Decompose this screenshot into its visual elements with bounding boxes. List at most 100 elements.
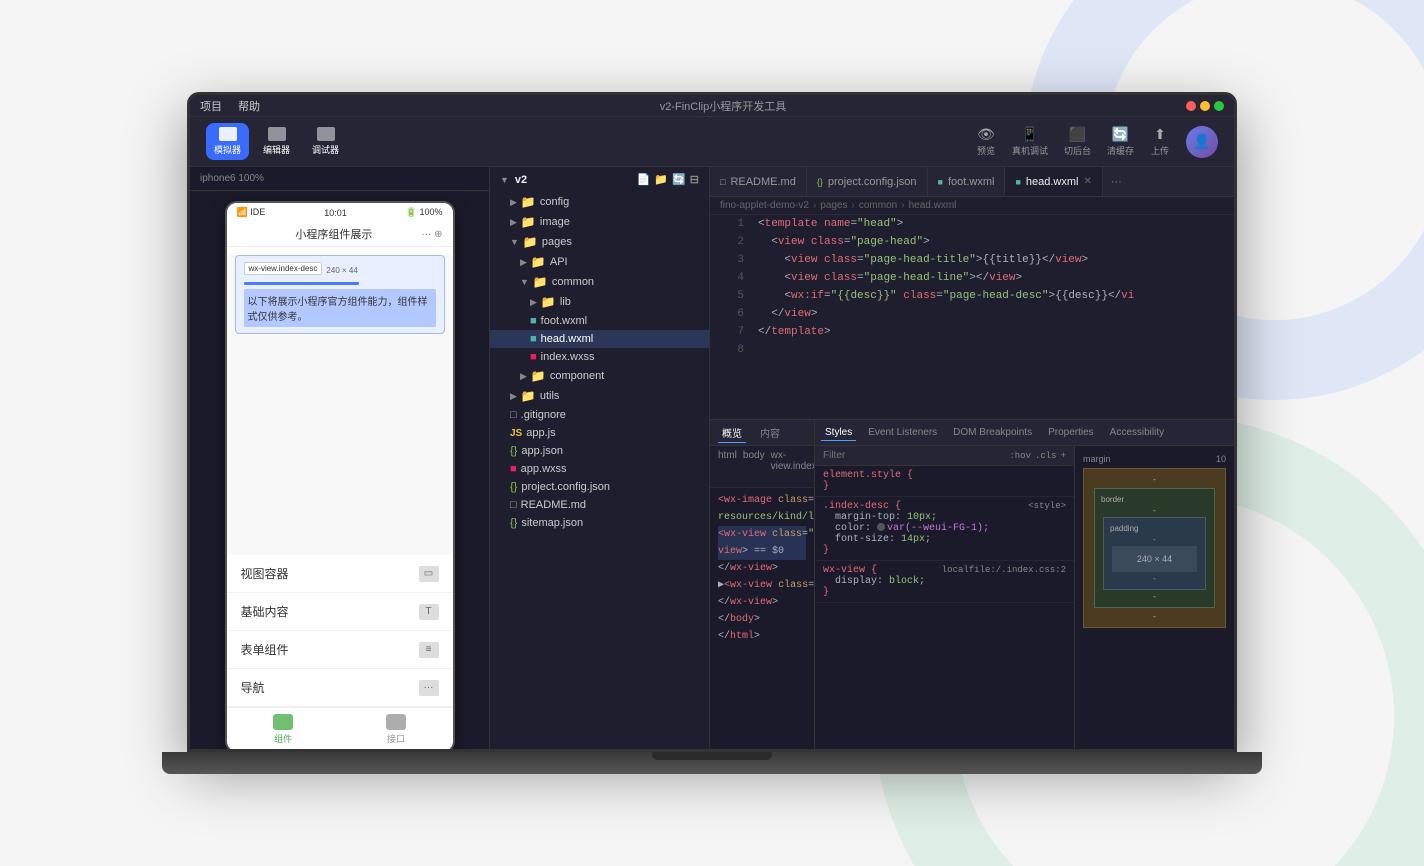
filter-hov[interactable]: :hov	[1009, 451, 1031, 461]
breadcrumb-file: head.wxml	[909, 200, 957, 211]
html-code[interactable]: <wx-image class="index-logo" src="../res…	[710, 488, 814, 749]
main-area: iphone6 100% 📶 IDE 10:01 🔋 100% 小程序组件展示	[190, 167, 1234, 749]
tree-collapse-icon[interactable]: ⊟	[690, 173, 699, 186]
tree-item-common[interactable]: ▼ 📁 common	[490, 272, 709, 292]
css-prop-margin: margin-top: 10px;	[823, 512, 1066, 523]
tree-item-readme[interactable]: □ README.md	[490, 496, 709, 514]
ide-container: 项目 帮助 v2-FinClip小程序开发工具 模拟器	[190, 95, 1234, 749]
filter-tags: :hov .cls +	[1009, 451, 1066, 461]
css-panel-top: :hov .cls + element.style { }	[815, 446, 1234, 749]
phone-wrap: 📶 IDE 10:01 🔋 100% 小程序组件展示 ··· ⊕	[190, 191, 489, 749]
tree-new-file-icon[interactable]: 📄	[637, 173, 651, 186]
border-bottom-val: -	[1101, 592, 1208, 601]
simulator-icon	[219, 127, 237, 141]
tree-item-head-wxml[interactable]: ■ head.wxml	[490, 330, 709, 348]
editor-icon	[268, 127, 286, 141]
styles-filter: :hov .cls +	[815, 446, 1074, 466]
tree-refresh-icon[interactable]: 🔄	[672, 173, 686, 186]
elem-index[interactable]: wx-view.index	[771, 450, 814, 483]
tree-item-utils[interactable]: ▶ 📁 utils	[490, 386, 709, 406]
editor-code[interactable]: 1 <template name="head"> 2 <view class="…	[710, 215, 1234, 419]
debug-btn[interactable]: 调试器	[304, 123, 347, 160]
tab-project-config[interactable]: {} project.config.json	[807, 167, 928, 196]
styles-section: :hov .cls + element.style { }	[815, 446, 1074, 749]
tab-more[interactable]: ···	[1103, 176, 1130, 188]
tree-item-index-wxss[interactable]: ■ index.wxss	[490, 348, 709, 366]
close-button[interactable]	[1186, 101, 1196, 111]
menu-item-project[interactable]: 项目	[200, 98, 222, 114]
css-rule-element: element.style { }	[815, 466, 1074, 497]
html-line-7: </body>	[718, 611, 806, 628]
tab-label-1: 接口	[387, 732, 405, 745]
panel-tab-content[interactable]: 内容	[756, 423, 784, 442]
tab-close-icon[interactable]: ✕	[1083, 176, 1091, 187]
css-prop-display: display: block;	[823, 576, 1066, 587]
phone-menu-item-1[interactable]: 基础内容 T	[227, 593, 453, 631]
box-border: border - padding - 240 × 44	[1094, 488, 1215, 608]
clear-cache-label: 清缓存	[1107, 144, 1134, 157]
editor-btn[interactable]: 编辑器	[255, 123, 298, 160]
dom-breakpoints-tab[interactable]: DOM Breakpoints	[949, 425, 1036, 440]
tab-head-wxml[interactable]: ■ head.wxml ✕	[1005, 167, 1102, 196]
phone-status-left: 📶 IDE	[237, 207, 266, 218]
tree-root-label: v2	[515, 174, 527, 186]
tree-item-image[interactable]: ▶ 📁 image	[490, 212, 709, 232]
mobile-debug-action[interactable]: 📱 真机调试	[1012, 126, 1048, 157]
phone-menu-item-3[interactable]: 导航 ···	[227, 669, 453, 707]
toolbar-left: 模拟器 编辑器 调试器	[206, 123, 347, 160]
app-title: v2-FinClip小程序开发工具	[276, 98, 1170, 114]
accessibility-tab[interactable]: Accessibility	[1106, 425, 1168, 440]
upload-action[interactable]: ⬆ 上传	[1150, 126, 1170, 157]
simulator-label: 模拟器	[214, 143, 241, 156]
tree-item-pages[interactable]: ▼ 📁 pages	[490, 232, 709, 252]
tree-item-sitemap[interactable]: {} sitemap.json	[490, 514, 709, 532]
clear-cache-icon: 🔄	[1110, 126, 1130, 142]
code-line-1: 1 <template name="head">	[710, 215, 1234, 233]
preview-action[interactable]: 👁 预览	[976, 126, 996, 157]
tree-new-folder-icon[interactable]: 📁	[654, 173, 668, 186]
properties-tab[interactable]: Properties	[1044, 425, 1098, 440]
phone-tab-0[interactable]: 组件	[273, 714, 293, 745]
margin-bottom-val: -	[1090, 612, 1219, 621]
tree-item-app-wxss[interactable]: ■ app.wxss	[490, 460, 709, 478]
filter-input[interactable]	[823, 450, 1003, 461]
tab-foot-wxml[interactable]: ■ foot.wxml	[928, 167, 1006, 196]
padding-label: padding	[1110, 524, 1199, 533]
breadcrumb-common: common	[859, 200, 897, 211]
css-selector-wx-view: wx-view {	[823, 565, 877, 576]
styles-tab[interactable]: Styles	[821, 425, 856, 441]
cut-action[interactable]: ⬛ 切后台	[1064, 126, 1091, 157]
tree-item-api[interactable]: ▶ 📁 API	[490, 252, 709, 272]
tree-item-project-config[interactable]: {} project.config.json	[490, 478, 709, 496]
filter-cls[interactable]: .cls	[1035, 451, 1057, 461]
maximize-button[interactable]	[1214, 101, 1224, 111]
editor-panel: □ README.md {} project.config.json ■ foo…	[710, 167, 1234, 749]
html-line-5: ▶<wx-view class="index-bd">_</wx-view>	[718, 577, 806, 594]
clear-cache-action[interactable]: 🔄 清缓存	[1107, 126, 1134, 157]
tree-item-foot-wxml[interactable]: ■ foot.wxml	[490, 312, 709, 330]
tree-item-gitignore[interactable]: □ .gitignore	[490, 406, 709, 424]
minimize-button[interactable]	[1200, 101, 1210, 111]
filter-add[interactable]: +	[1061, 451, 1066, 461]
tree-item-lib[interactable]: ▶ 📁 lib	[490, 292, 709, 312]
editor-tabs: □ README.md {} project.config.json ■ foo…	[710, 167, 1234, 197]
css-source-2: localfile:/.index.css:2	[942, 565, 1066, 576]
tree-item-component[interactable]: ▶ 📁 component	[490, 366, 709, 386]
tab-readme[interactable]: □ README.md	[710, 167, 807, 196]
elem-html[interactable]: html	[718, 450, 737, 483]
tree-item-config[interactable]: ▶ 📁 config	[490, 192, 709, 212]
phone-menu-item-2[interactable]: 表单组件 ≡	[227, 631, 453, 669]
simulator-btn[interactable]: 模拟器	[206, 123, 249, 160]
tree-item-app-json[interactable]: {} app.json	[490, 442, 709, 460]
html-panel: 概览 内容 html body wx-view.index wx-view.in…	[710, 420, 814, 749]
phone-menu-item-0[interactable]: 视图容器 ▭	[227, 555, 453, 593]
event-listeners-tab[interactable]: Event Listeners	[864, 425, 941, 440]
html-line-4: </wx-view>	[718, 560, 806, 577]
menu-item-help[interactable]: 帮助	[238, 98, 260, 114]
panel-tab-overview[interactable]: 概览	[718, 423, 746, 443]
elem-body[interactable]: body	[743, 450, 765, 483]
phone-tab-1[interactable]: 接口	[386, 714, 406, 745]
user-avatar[interactable]: 👤	[1186, 126, 1218, 158]
code-line-3: 3 <view class="page-head-title">{{title}…	[710, 251, 1234, 269]
tree-item-app-js[interactable]: JS app.js	[490, 424, 709, 442]
